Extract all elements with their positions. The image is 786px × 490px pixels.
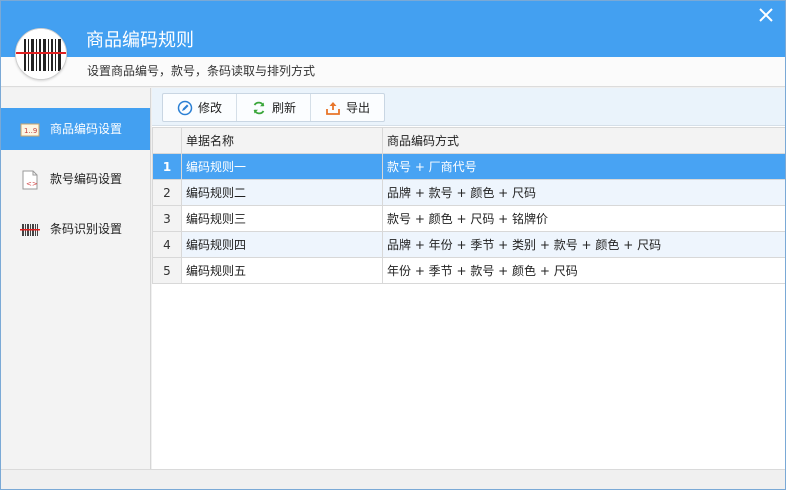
row-index: 5 [152,257,182,284]
svg-text:1..9: 1..9 [24,127,37,135]
sidebar-item-label: 款号编码设置 [50,172,123,186]
window-header: 商品编码规则 设置商品编号，款号，条码读取与排列方式 [1,1,785,87]
code-rule-window: 商品编码规则 设置商品编号，款号，条码读取与排列方式 1..9 商品编码设置 <… [0,0,786,490]
row-index: 4 [152,231,182,258]
cell-name[interactable]: 编码规则二 [181,179,383,206]
table-row[interactable]: 4 编码规则四 品牌 + 年份 + 季节 + 类别 + 款号 + 颜色 + 尺码 [152,231,785,258]
barcode-logo-icon [15,28,67,80]
sidebar-item-product-code[interactable]: 1..9 商品编码设置 [1,108,163,150]
cell-method[interactable]: 年份 + 季节 + 款号 + 颜色 + 尺码 [382,257,785,284]
status-bar [1,469,785,489]
sidebar-item-style-code[interactable]: <> 款号编码设置 [1,158,150,200]
table-row[interactable]: 1 编码规则一 款号 + 厂商代号 [152,153,785,180]
main-panel: 修改 刷新 导出 单据名称 商品编码方式 1 编码规则一 款号 + 厂商代号 2… [152,88,785,469]
close-icon[interactable] [755,4,777,26]
table-row[interactable]: 5 编码规则五 年份 + 季节 + 款号 + 颜色 + 尺码 [152,257,785,284]
sidebar-item-label: 商品编码设置 [50,122,123,136]
cell-method[interactable]: 款号 + 厂商代号 [382,153,785,180]
refresh-button-label: 刷新 [272,101,297,115]
edit-button[interactable]: 修改 [163,94,238,121]
table-row[interactable]: 2 编码规则二 品牌 + 款号 + 颜色 + 尺码 [152,179,785,206]
table-row[interactable]: 3 编码规则三 款号 + 颜色 + 尺码 + 铭牌价 [152,205,785,232]
cell-method[interactable]: 品牌 + 年份 + 季节 + 类别 + 款号 + 颜色 + 尺码 [382,231,785,258]
sidebar-item-label: 条码识别设置 [50,222,123,236]
edit-button-label: 修改 [198,101,223,115]
edit-icon [177,100,193,115]
cell-name[interactable]: 编码规则五 [181,257,383,284]
column-header-method[interactable]: 商品编码方式 [382,127,785,154]
cell-method[interactable]: 品牌 + 款号 + 颜色 + 尺码 [382,179,785,206]
cell-name[interactable]: 编码规则四 [181,231,383,258]
code-rule-table: 单据名称 商品编码方式 1 编码规则一 款号 + 厂商代号 2 编码规则二 品牌… [152,127,785,284]
cell-name[interactable]: 编码规则一 [181,153,383,180]
code-rule-icon: 1..9 [19,119,41,141]
window-subtitle: 设置商品编号，款号，条码读取与排列方式 [87,64,316,78]
row-index: 2 [152,179,182,206]
export-button-label: 导出 [346,101,371,115]
sidebar-item-barcode-recognition[interactable]: 条码识别设置 [1,208,150,250]
barcode-icon [19,219,41,241]
cell-name[interactable]: 编码规则三 [181,205,383,232]
table-header-row: 单据名称 商品编码方式 [152,127,785,154]
window-title: 商品编码规则 [86,30,194,51]
toolbar-button-group: 修改 刷新 导出 [162,93,386,122]
export-icon [326,101,340,115]
row-index: 1 [152,153,182,180]
cell-method[interactable]: 款号 + 颜色 + 尺码 + 铭牌价 [382,205,785,232]
refresh-icon [253,101,265,114]
svg-text:<>: <> [26,180,38,188]
toolbar: 修改 刷新 导出 [152,88,785,126]
column-header-name[interactable]: 单据名称 [181,127,383,154]
refresh-button[interactable]: 刷新 [237,94,312,121]
settings-sidebar: 1..9 商品编码设置 <> 款号编码设置 条码识别设置 [1,88,163,469]
column-header-index [152,127,182,154]
export-button[interactable]: 导出 [311,94,384,121]
row-index: 3 [152,205,182,232]
document-code-icon: <> [19,169,41,191]
